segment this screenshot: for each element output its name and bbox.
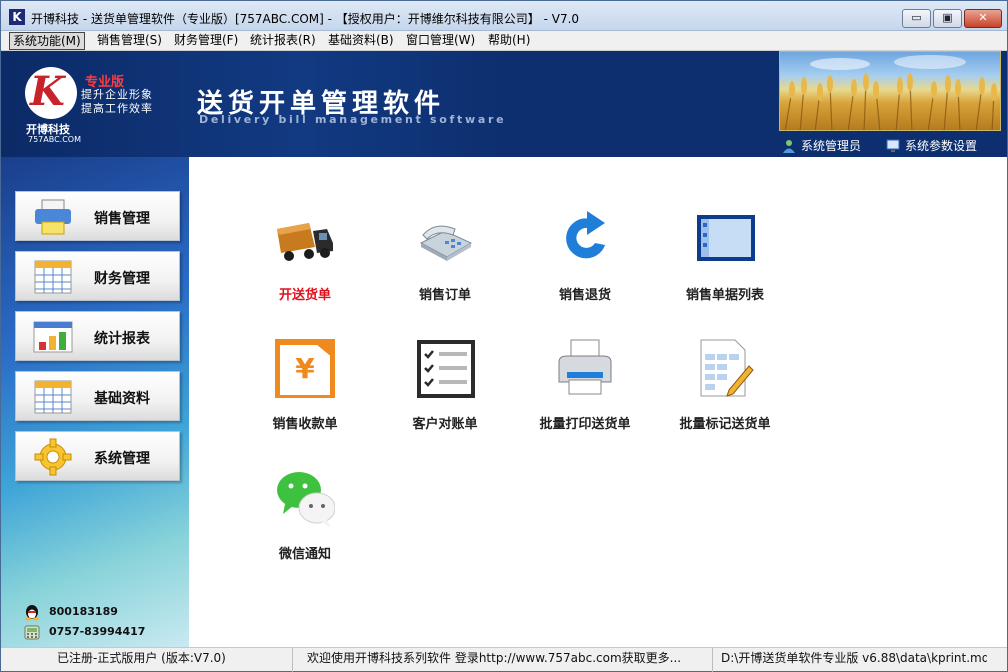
status-bar: 已注册-正式版用户 (版本:V7.0) 欢迎使用开博科技系列软件 登录http:… <box>1 647 1007 672</box>
product-subtitle: Delivery bill management software <box>199 113 507 126</box>
status-registration: 已注册-正式版用户 (版本:V7.0) <box>53 648 293 672</box>
menu-sales[interactable]: 销售管理(S) <box>94 32 165 50</box>
window-title: 开博科技 - 送货单管理软件（专业版）[757ABC.COM] - 【授权用户：… <box>31 12 580 26</box>
maximize-button[interactable]: ▣ <box>933 9 962 28</box>
bar-chart-icon <box>32 318 74 356</box>
app-window: K 开博科技 - 送货单管理软件（专业版）[757ABC.COM] - 【授权用… <box>0 0 1008 672</box>
phone-contact: 0757-83994417 <box>23 623 145 643</box>
menu-bar: 系统功能(M) 销售管理(S) 财务管理(F) 统计报表(R) 基础资料(B) … <box>1 31 1007 51</box>
sidebar-item-finance[interactable]: 财务管理 <box>15 251 180 301</box>
spreadsheet-pen-icon <box>695 338 755 398</box>
checklist-icon <box>415 338 475 398</box>
phone-icon <box>24 625 40 640</box>
sidebar-item-sales[interactable]: 销售管理 <box>15 191 180 241</box>
table-icon <box>32 378 74 416</box>
menu-system[interactable]: 系统功能(M) <box>9 32 85 50</box>
brand-url: 757ABC.COM <box>28 135 82 144</box>
gear-icon <box>32 438 74 476</box>
brand-logo-letter: K <box>30 68 65 115</box>
qq-number: 800183189 <box>49 605 118 618</box>
tile-customer-statement[interactable]: 客户对账单 <box>380 338 510 448</box>
tile-batch-print[interactable]: 批量打印送货单 <box>520 338 650 448</box>
close-button[interactable]: ✕ <box>964 9 1002 28</box>
qq-contact: 800183189 <box>23 603 145 623</box>
tile-label: 销售订单 <box>418 288 471 303</box>
sidebar-item-label: 统计报表 <box>94 331 150 347</box>
tile-batch-mark[interactable]: 批量标记送货单 <box>660 338 790 448</box>
app-logo-icon[interactable]: K <box>9 9 25 25</box>
sidebar-item-system[interactable]: 系统管理 <box>15 431 180 481</box>
tile-label: 销售单据列表 <box>685 288 764 303</box>
tile-wechat-notify[interactable]: 微信通知 <box>240 468 370 578</box>
sidebar-item-reports[interactable]: 统计报表 <box>15 311 180 361</box>
tile-sales-receipt[interactable]: ¥ 销售收款单 <box>240 338 370 448</box>
wheat-field-image <box>779 51 1001 131</box>
tile-label: 微信通知 <box>278 547 331 562</box>
telephone-icon <box>415 209 475 269</box>
menu-window[interactable]: 窗口管理(W) <box>403 32 478 50</box>
calendar-grid-icon <box>32 258 74 296</box>
tile-label: 销售退货 <box>558 288 611 303</box>
sidebar-item-label: 销售管理 <box>94 211 150 227</box>
sidebar-item-basic-data[interactable]: 基础资料 <box>15 371 180 421</box>
phone-number: 0757-83994417 <box>49 625 146 638</box>
system-params-link[interactable]: 系统参数设置 <box>886 137 977 156</box>
system-admin-link[interactable]: 系统管理员 <box>782 137 861 156</box>
menu-reports[interactable]: 统计报表(R) <box>247 32 319 50</box>
header-banner: K 开博科技 757ABC.COM 专业版 提升企业形象 提高工作效率 送货开单… <box>1 51 1007 157</box>
sidebar-item-label: 财务管理 <box>94 271 150 287</box>
menu-finance[interactable]: 财务管理(F) <box>171 32 241 50</box>
tile-new-delivery-note[interactable]: 开送货单 <box>240 209 370 319</box>
yen-receipt-icon: ¥ <box>274 338 336 401</box>
slogan-line-2: 提高工作效率 <box>81 102 153 115</box>
tile-label: 批量打印送货单 <box>539 417 631 432</box>
system-params-label: 系统参数设置 <box>905 139 978 153</box>
status-db-path: D:\开博送货单软件专业版 v6.88\data\kprint.md <box>721 651 987 665</box>
qq-penguin-icon <box>25 605 39 621</box>
tile-label: 批量标记送货单 <box>679 417 771 432</box>
return-arrow-icon <box>555 209 615 269</box>
wechat-icon <box>275 468 336 528</box>
sidebar-item-label: 系统管理 <box>94 451 150 467</box>
tile-label: 客户对账单 <box>412 417 478 432</box>
system-admin-label: 系统管理员 <box>801 139 862 153</box>
user-icon <box>782 139 796 156</box>
minimize-button[interactable]: ▭ <box>902 9 931 28</box>
tile-label: 销售收款单 <box>272 417 338 432</box>
menu-basic-data[interactable]: 基础资料(B) <box>325 32 397 50</box>
tile-sales-return[interactable]: 销售退货 <box>520 209 650 319</box>
main-function-panel: 开送货单 销售订单 销售退货 销售单据列表 ¥ 销售收款单 客户对账单 批量打印… <box>189 157 1007 647</box>
svg-text:¥: ¥ <box>295 352 315 385</box>
contact-info: 800183189 0757-83994417 <box>23 603 145 643</box>
menu-help[interactable]: 帮助(H) <box>485 32 533 50</box>
status-message: 欢迎使用开博科技系列软件 登录http://www.757abc.com获取更多… <box>303 648 713 672</box>
tile-sales-order[interactable]: 销售订单 <box>380 209 510 319</box>
left-sidebar: 销售管理 财务管理 统计报表 基础资料 系统管理 800183189 0757-… <box>1 157 189 647</box>
printer-icon <box>32 198 74 236</box>
monitor-icon <box>886 139 900 156</box>
tile-sales-doc-list[interactable]: 销售单据列表 <box>660 209 790 319</box>
window-list-icon <box>695 209 755 269</box>
printer-icon <box>555 338 615 398</box>
sidebar-item-label: 基础资料 <box>94 391 150 407</box>
title-bar[interactable]: K 开博科技 - 送货单管理软件（专业版）[757ABC.COM] - 【授权用… <box>1 1 1007 31</box>
truck-icon <box>275 209 335 269</box>
tile-label: 开送货单 <box>278 288 331 303</box>
